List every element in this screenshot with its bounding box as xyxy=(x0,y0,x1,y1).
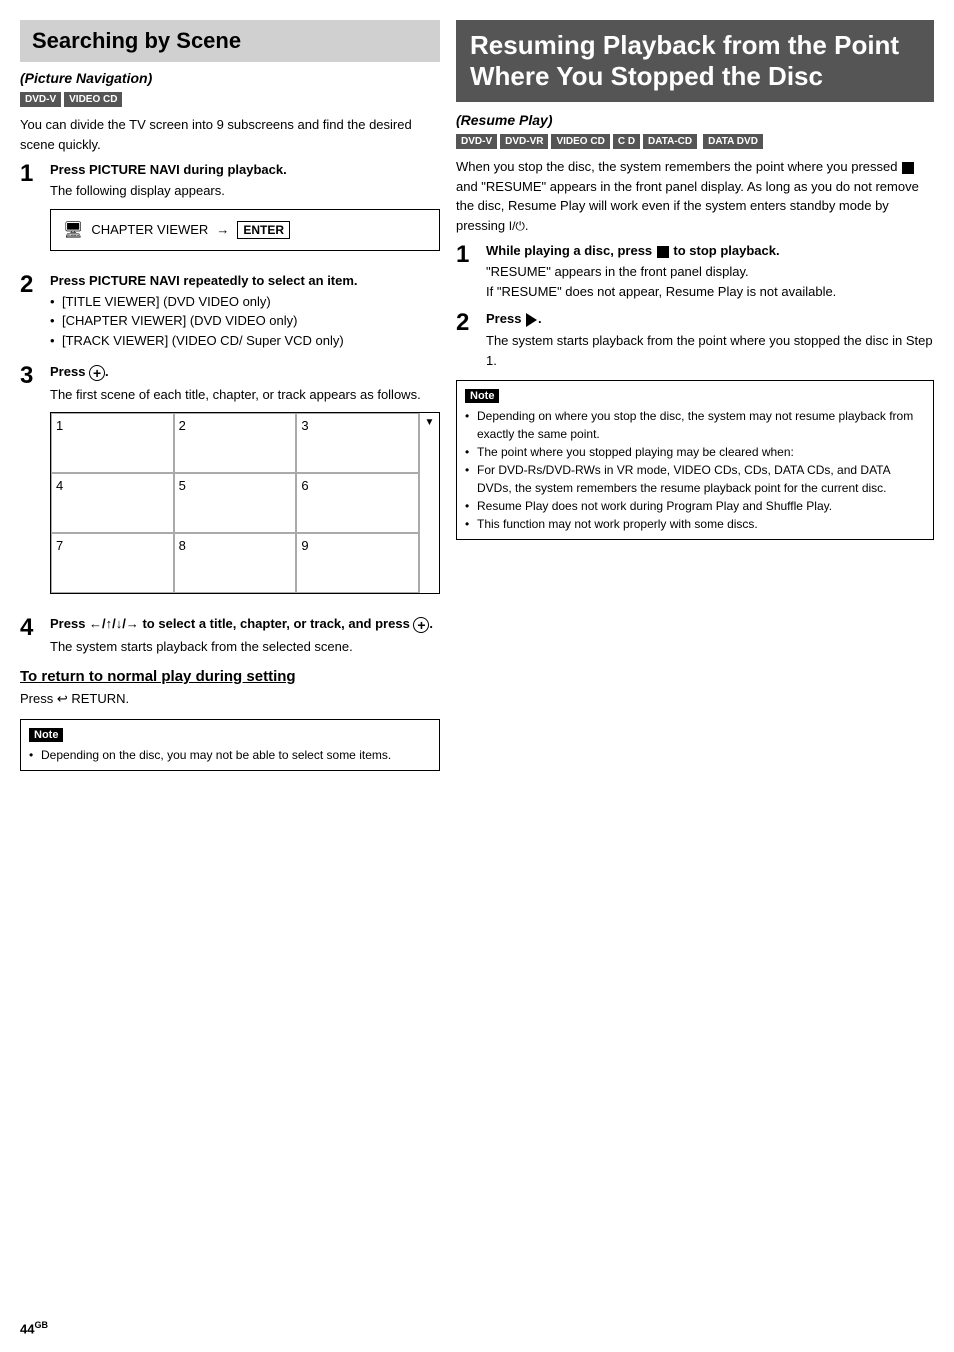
page-num-text: 44 xyxy=(20,1321,34,1336)
step-4-title: Press ←/↑/↓/→ to select a title, chapter… xyxy=(50,616,440,633)
left-step-4: 4 Press ←/↑/↓/→ to select a title, chapt… xyxy=(20,616,440,656)
right-note-item-1: Depending on where you stop the disc, th… xyxy=(465,407,925,443)
right-step-1-title: While playing a disc, press to stop play… xyxy=(486,243,934,258)
right-note-item-5: This function may not work properly with… xyxy=(465,515,925,533)
chapter-viewer-box: 🖥 CHAPTER VIEWER → ENTER xyxy=(50,209,440,251)
step-number-3: 3 xyxy=(20,364,42,388)
page-suffix: GB xyxy=(34,1320,48,1330)
right-step-2: 2 Press . The system starts playback fro… xyxy=(456,311,934,370)
subsection-body: Press ↩ RETURN. xyxy=(20,689,440,709)
badge-right-data-dvd: DATA DVD xyxy=(703,134,763,149)
power-button-icon: I/⏻ xyxy=(509,217,525,235)
circle-plus-icon: + xyxy=(89,365,105,381)
step-3-body: The first scene of each title, chapter, … xyxy=(50,385,440,405)
left-section-title: Searching by Scene xyxy=(32,28,428,54)
right-step-1-body1: "RESUME" appears in the front panel disp… xyxy=(486,262,934,282)
step-2-title: Press PICTURE NAVI repeatedly to select … xyxy=(50,273,440,288)
scene-cell-9: 9 xyxy=(296,533,419,593)
subsection-title: To return to normal play during setting xyxy=(20,668,440,685)
scene-cell-6: 6 xyxy=(296,473,419,533)
page-number: 44GB xyxy=(20,1320,48,1336)
stop-icon-inline xyxy=(657,246,669,258)
badge-dvd-v: DVD-V xyxy=(20,92,61,107)
right-step-2-body: The system starts playback from the poin… xyxy=(486,331,934,370)
scene-cell-2: 2 xyxy=(174,413,297,473)
scene-cell-7: 7 xyxy=(51,533,174,593)
left-intro: You can divide the TV screen into 9 subs… xyxy=(20,115,440,154)
right-step-2-content: Press . The system starts playback from … xyxy=(486,311,934,370)
circle-plus-icon-2: + xyxy=(413,617,429,633)
bullet-track-viewer: [TRACK VIEWER] (VIDEO CD/ Super VCD only… xyxy=(50,331,440,351)
badge-right-dvd-vr: DVD-VR xyxy=(500,134,548,149)
badge-right-dvd-v: DVD-V xyxy=(456,134,497,149)
chapter-viewer-label: CHAPTER VIEWER xyxy=(91,222,208,237)
right-section-title: Resuming Playback from the Point Where Y… xyxy=(470,30,920,92)
scene-cell-4: 4 xyxy=(51,473,174,533)
right-note-item-3: For DVD-Rs/DVD-RWs in VR mode, VIDEO CDs… xyxy=(465,461,925,497)
step-number-2: 2 xyxy=(20,273,42,297)
right-column: Resuming Playback from the Point Where Y… xyxy=(456,20,934,1332)
right-step-1: 1 While playing a disc, press to stop pl… xyxy=(456,243,934,301)
right-step-1-body2: If "RESUME" does not appear, Resume Play… xyxy=(486,282,934,302)
right-note-label: Note xyxy=(465,389,499,403)
stop-button-icon xyxy=(902,162,914,174)
left-note-list: Depending on the disc, you may not be ab… xyxy=(29,746,431,764)
step-2-bullets: [TITLE VIEWER] (DVD VIDEO only) [CHAPTER… xyxy=(50,292,440,351)
step-3-content: Press +. The first scene of each title, … xyxy=(50,364,440,606)
play-button-icon xyxy=(526,313,537,327)
left-section-title-box: Searching by Scene xyxy=(20,20,440,62)
right-step-1-content: While playing a disc, press to stop play… xyxy=(486,243,934,301)
badge-right-cd: C D xyxy=(613,134,640,149)
step-1-body: The following display appears. xyxy=(50,181,440,201)
right-note-box: Note Depending on where you stop the dis… xyxy=(456,380,934,540)
badge-video-cd: VIDEO CD xyxy=(64,92,122,107)
left-note-box: Note Depending on the disc, you may not … xyxy=(20,719,440,771)
bullet-chapter-viewer: [CHAPTER VIEWER] (DVD VIDEO only) xyxy=(50,311,440,331)
left-note-label: Note xyxy=(29,728,63,742)
step-number-4: 4 xyxy=(20,616,42,640)
step-number-1: 1 xyxy=(20,162,42,186)
step-1-title: Press PICTURE NAVI during playback. xyxy=(50,162,440,177)
left-step-2: 2 Press PICTURE NAVI repeatedly to selec… xyxy=(20,273,440,355)
bullet-title-viewer: [TITLE VIEWER] (DVD VIDEO only) xyxy=(50,292,440,312)
right-step-2-title: Press . xyxy=(486,311,934,327)
monitor-icon: 🖥 xyxy=(63,220,83,240)
left-subtitle: (Picture Navigation) xyxy=(20,70,440,86)
scene-cell-1: 1 xyxy=(51,413,174,473)
right-note-item-2: The point where you stopped playing may … xyxy=(465,443,925,461)
enter-badge: ENTER xyxy=(237,221,290,239)
badge-right-data-cd: DATA-CD xyxy=(643,134,697,149)
arrow-right-icon: → xyxy=(216,222,229,237)
scene-cell-5: 5 xyxy=(174,473,297,533)
badge-right-video-cd: VIDEO CD xyxy=(551,134,609,149)
left-step-1: 1 Press PICTURE NAVI during playback. Th… xyxy=(20,162,440,263)
right-section-title-box: Resuming Playback from the Point Where Y… xyxy=(456,20,934,102)
return-icon: ↩ xyxy=(57,691,68,706)
scene-grid: 1 2 3 4 5 6 7 8 9 ▼ xyxy=(50,412,440,594)
step-3-title: Press +. xyxy=(50,364,440,381)
scroll-indicator: ▼ xyxy=(419,413,439,593)
step-2-content: Press PICTURE NAVI repeatedly to select … xyxy=(50,273,440,355)
right-note-item-4: Resume Play does not work during Program… xyxy=(465,497,925,515)
right-note-list: Depending on where you stop the disc, th… xyxy=(465,407,925,533)
scene-cell-8: 8 xyxy=(174,533,297,593)
left-note-item-1: Depending on the disc, you may not be ab… xyxy=(29,746,431,764)
left-badges: DVD-V VIDEO CD xyxy=(20,92,440,107)
right-subtitle: (Resume Play) xyxy=(456,112,934,128)
right-badges: DVD-V DVD-VR VIDEO CD C D DATA-CD DATA D… xyxy=(456,134,934,149)
scene-cell-3: 3 xyxy=(296,413,419,473)
step-1-content: Press PICTURE NAVI during playback. The … xyxy=(50,162,440,263)
right-step-number-1: 1 xyxy=(456,243,478,267)
step-4-body: The system starts playback from the sele… xyxy=(50,637,440,657)
left-step-3: 3 Press +. The first scene of each title… xyxy=(20,364,440,606)
right-step-number-2: 2 xyxy=(456,311,478,335)
right-intro: When you stop the disc, the system remem… xyxy=(456,157,934,235)
left-column: Searching by Scene (Picture Navigation) … xyxy=(20,20,440,1332)
step-4-content: Press ←/↑/↓/→ to select a title, chapter… xyxy=(50,616,440,656)
